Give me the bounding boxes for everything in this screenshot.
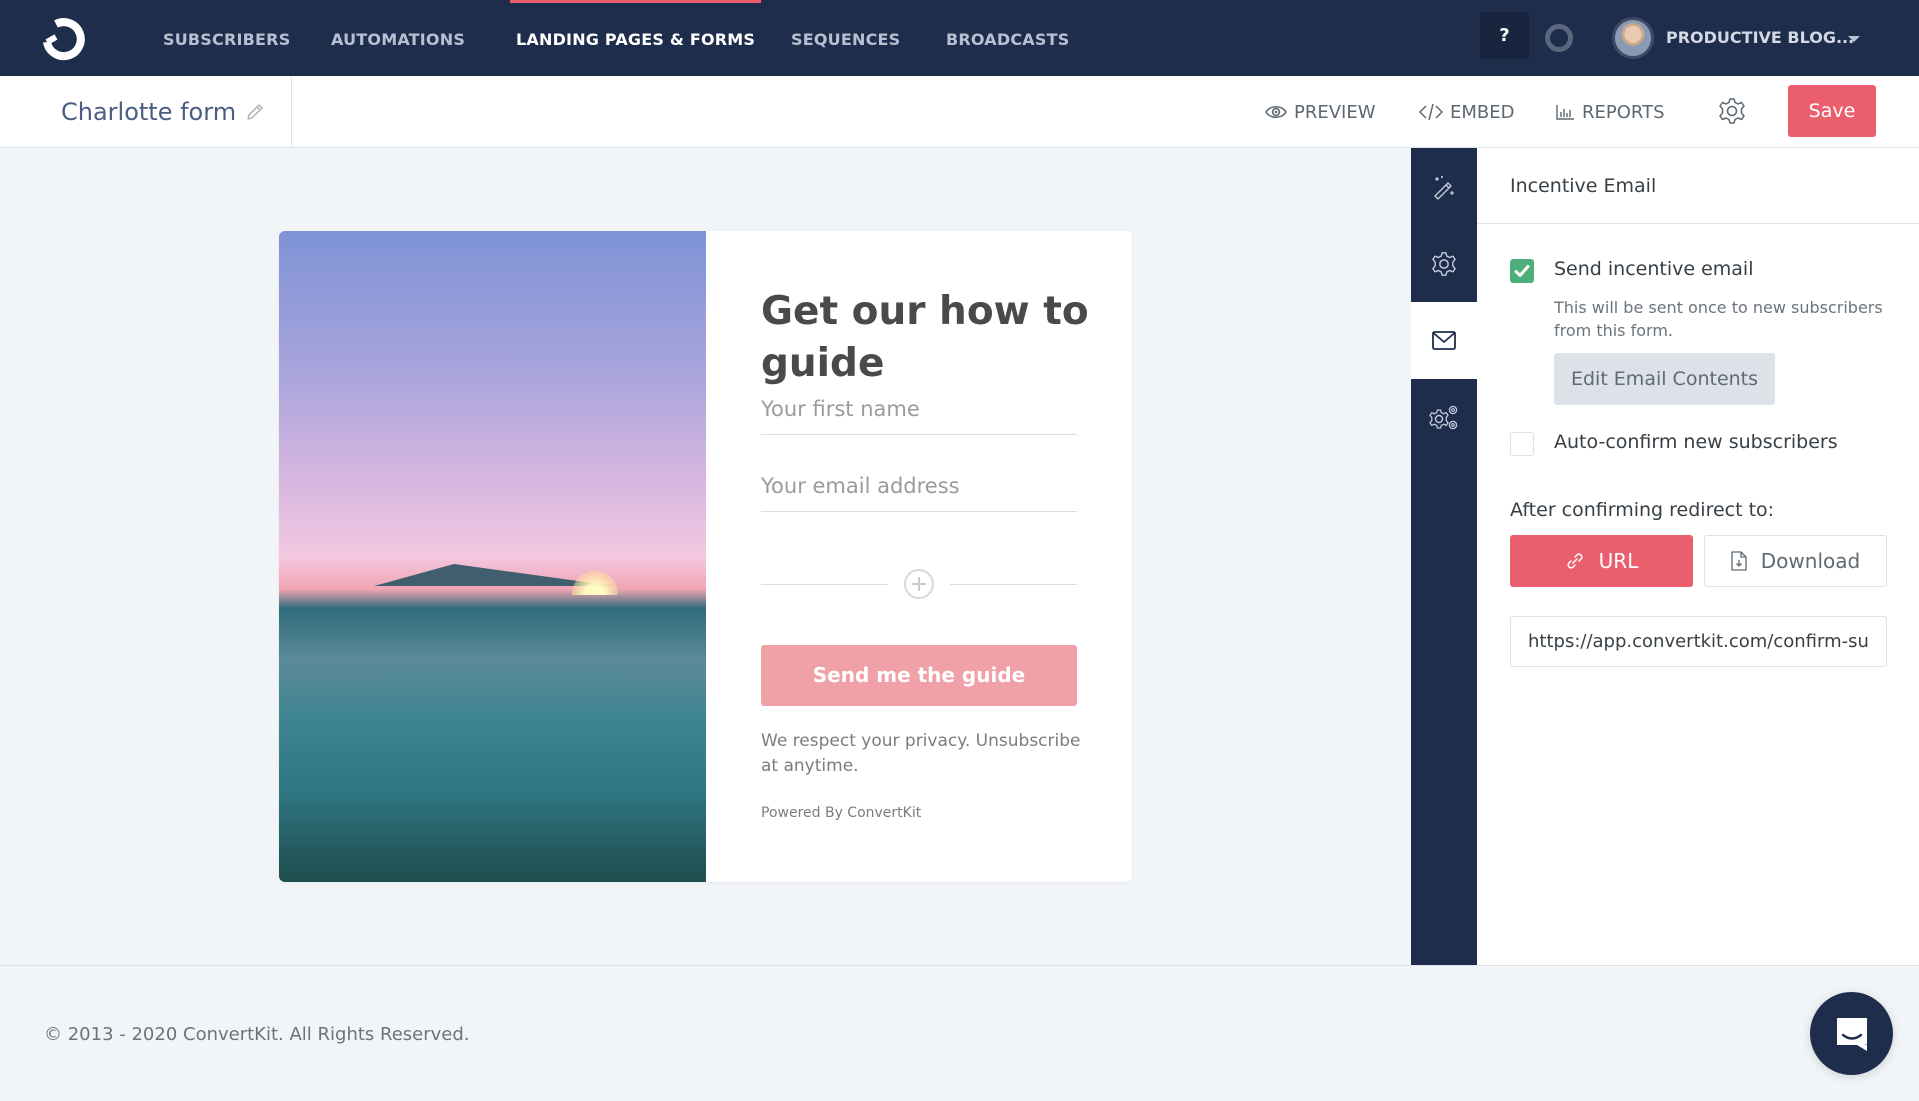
gear-icon — [1432, 251, 1456, 276]
powered-by-link[interactable]: Powered By ConvertKit — [761, 805, 921, 821]
convertkit-logo-icon[interactable] — [38, 15, 88, 61]
nav-sequences[interactable]: SEQUENCES — [791, 0, 900, 76]
account-menu[interactable]: PRODUCTIVE BLOG... — [1666, 0, 1854, 76]
preview-button[interactable]: PREVIEW — [1265, 76, 1376, 148]
divider-line — [950, 584, 1077, 585]
incentive-help-text: This will be sent once to new subscriber… — [1554, 298, 1883, 340]
redirect-download-label: Download — [1760, 549, 1861, 573]
redirect-label: After confirming redirect to: — [1510, 499, 1775, 521]
panel-title: Incentive Email — [1510, 175, 1657, 197]
footer: © 2013 - 2020 ConvertKit. All Rights Res… — [0, 965, 1919, 1101]
preview-label: PREVIEW — [1294, 101, 1376, 123]
send-incentive-checkbox[interactable] — [1510, 259, 1534, 283]
form-preview-card: Get our how to guide Send me the guide W… — [279, 231, 1132, 882]
redirect-url-input[interactable] — [1510, 616, 1887, 667]
add-field-button[interactable] — [904, 569, 934, 599]
magic-wand-icon — [1434, 175, 1454, 200]
nav-automations[interactable]: AUTOMATIONS — [331, 0, 465, 76]
embed-button[interactable]: EMBED — [1419, 76, 1515, 148]
avatar[interactable] — [1612, 17, 1654, 59]
tab-advanced[interactable] — [1411, 379, 1477, 456]
panel-header: Incentive Email — [1477, 148, 1919, 224]
divider-line — [761, 584, 888, 585]
chat-icon — [1836, 1017, 1867, 1051]
gears-icon — [1429, 405, 1458, 429]
copyright-text: © 2013 - 2020 ConvertKit. All Rights Res… — [44, 1024, 470, 1045]
help-button[interactable]: ? — [1480, 12, 1529, 59]
form-hero-image[interactable] — [279, 231, 706, 882]
nav-broadcasts[interactable]: BROADCASTS — [946, 0, 1069, 76]
gear-icon[interactable] — [1718, 97, 1746, 125]
tab-settings[interactable] — [1411, 225, 1477, 302]
reports-label: REPORTS — [1582, 101, 1665, 123]
auto-confirm-label[interactable]: Auto-confirm new subscribers — [1554, 431, 1838, 453]
submit-button[interactable]: Send me the guide — [761, 645, 1077, 706]
bar-chart-icon — [1556, 105, 1574, 120]
chat-launcher-button[interactable] — [1810, 992, 1893, 1075]
tab-incentive-email[interactable] — [1411, 302, 1477, 379]
save-button[interactable]: Save — [1788, 85, 1876, 137]
redirect-download-button[interactable]: Download — [1704, 535, 1887, 587]
form-toolbar: Charlotte form PREVIEW EMBED REPORTS — [0, 76, 1919, 148]
send-incentive-label[interactable]: Send incentive email — [1554, 258, 1754, 280]
eye-icon — [1265, 105, 1287, 119]
edit-email-contents-button[interactable]: Edit Email Contents — [1554, 353, 1775, 405]
redirect-url-label: URL — [1598, 549, 1639, 573]
code-icon — [1419, 103, 1443, 121]
form-body: Get our how to guide Send me the guide W… — [706, 231, 1132, 882]
envelope-icon — [1432, 331, 1456, 350]
pencil-icon[interactable] — [245, 102, 265, 122]
incentive-email-panel: Incentive Email Send incentive email Thi… — [1477, 148, 1919, 965]
reports-button[interactable]: REPORTS — [1556, 76, 1665, 148]
checkmark-icon — [1514, 265, 1530, 277]
redirect-url-button[interactable]: URL — [1510, 535, 1693, 587]
first-name-field[interactable] — [761, 383, 1077, 435]
status-ring-icon[interactable] — [1545, 24, 1573, 52]
email-field[interactable] — [761, 460, 1077, 512]
nav-landing-pages-forms[interactable]: LANDING PAGES & FORMS — [509, 0, 762, 76]
link-icon — [1567, 553, 1583, 569]
chevron-down-icon[interactable] — [1848, 36, 1860, 42]
privacy-text[interactable]: We respect your privacy. Unsubscribe at … — [761, 729, 1091, 779]
top-navigation: SUBSCRIBERS AUTOMATIONS LANDING PAGES & … — [0, 0, 1919, 76]
auto-confirm-checkbox[interactable] — [1510, 432, 1534, 456]
nav-subscribers[interactable]: SUBSCRIBERS — [163, 0, 290, 76]
toolbar-divider — [291, 76, 292, 148]
file-download-icon — [1731, 551, 1747, 571]
form-heading[interactable]: Get our how to guide — [761, 286, 1091, 390]
settings-icon-bar — [1411, 148, 1477, 965]
add-field-row — [761, 569, 1077, 599]
form-title[interactable]: Charlotte form — [61, 76, 236, 148]
tab-style[interactable] — [1411, 148, 1477, 225]
embed-label: EMBED — [1450, 101, 1515, 123]
